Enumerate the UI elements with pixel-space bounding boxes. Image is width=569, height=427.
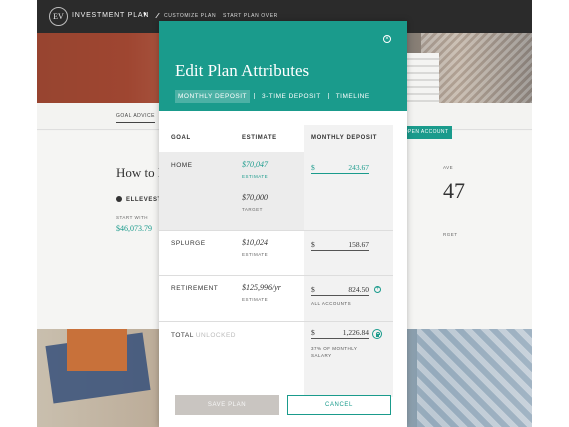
column-header-goal: GOAL (171, 135, 191, 141)
salary-percent-note: 37% OF MONTHLY (311, 346, 358, 351)
estimate-label: ESTIMATE (242, 252, 269, 257)
customize-plan-label: CUSTOMIZE PLAN (164, 13, 217, 19)
target-label: TARGET (242, 207, 263, 212)
start-with-value: $46,073.79 (116, 224, 152, 233)
salary-label-note: SALARY (311, 353, 332, 358)
ellevest-dot-icon (116, 196, 122, 202)
estimate-label: ESTIMATE (242, 174, 269, 179)
modal-header: × Edit Plan Attributes MONTHLY DEPOSIT 3… (159, 21, 407, 111)
total-value: 1,226.84 (342, 328, 369, 337)
tab-divider (327, 93, 329, 99)
currency-symbol: $ (311, 328, 315, 337)
all-accounts-note: ALL ACCOUNTS (311, 301, 352, 306)
modal-title: Edit Plan Attributes (175, 61, 310, 80)
start-with-label: START WITH (116, 215, 148, 220)
photo-map (417, 329, 532, 427)
deposit-value-home: 243.67 (348, 163, 369, 172)
row-divider (159, 321, 393, 322)
photo-orange-book (67, 329, 127, 371)
save-plan-button[interactable]: SAVE PLAN (175, 395, 279, 415)
total-text: TOTAL (171, 332, 194, 339)
deposit-input-splurge[interactable]: $ 158.67 (311, 238, 369, 251)
deposit-input-home[interactable]: $ 243.67 (311, 161, 369, 174)
plan-title[interactable]: INVESTMENT PLAN (72, 12, 149, 19)
chevron-down-icon[interactable]: ▼ (142, 12, 148, 18)
estimate-label: ESTIMATE (242, 297, 269, 302)
lock-icon[interactable] (372, 329, 382, 339)
right-target-label: RGET (443, 232, 458, 237)
ellevest-logo[interactable]: EV (49, 7, 68, 26)
pencil-icon (155, 13, 164, 18)
deposit-input-retirement[interactable]: $ 824.50 (311, 283, 369, 296)
right-big-value: 47 (443, 178, 465, 203)
customize-plan-link[interactable]: CUSTOMIZE PLAN (155, 13, 217, 19)
row-divider (159, 275, 393, 276)
currency-symbol: $ (311, 285, 315, 294)
tab-timeline[interactable]: TIMELINE (333, 90, 373, 103)
total-label: TOTAL UNLOCKED (171, 332, 236, 339)
modal-tabs: MONTHLY DEPOSIT 3-TIME DEPOSIT TIMELINE (175, 89, 373, 103)
deposit-value-splurge: 158.67 (348, 240, 369, 249)
ellevest-text: ELLEVEST (126, 197, 162, 203)
tab-goal-advice[interactable]: GOAL ADVICE (116, 113, 155, 123)
total-deposit: $ 1,226.84 (311, 326, 369, 339)
hero-image-left (37, 33, 159, 103)
tab-3-time-deposit[interactable]: 3-TIME DEPOSIT (259, 90, 324, 103)
currency-symbol: $ (311, 163, 315, 172)
total-unlocked-text: UNLOCKED (195, 332, 236, 339)
goal-name-home: HOME (171, 162, 193, 169)
plus-icon[interactable]: + (374, 286, 381, 293)
column-header-deposit: MONTHLY DEPOSIT (311, 135, 378, 141)
estimate-home: $70,047 (242, 160, 268, 169)
target-home: $70,000 (242, 193, 268, 202)
ellevest-label: ELLEVEST (116, 196, 162, 203)
open-account-button[interactable]: OPEN ACCOUNT (400, 126, 452, 139)
cancel-button[interactable]: CANCEL (287, 395, 391, 415)
row-divider (159, 230, 393, 231)
estimate-retirement: $125,996/yr (242, 283, 281, 292)
edit-plan-modal: × Edit Plan Attributes MONTHLY DEPOSIT 3… (159, 21, 407, 427)
right-label: AVE (443, 165, 454, 170)
estimate-splurge: $10,024 (242, 238, 268, 247)
currency-symbol: $ (311, 240, 315, 249)
start-plan-over-link[interactable]: START PLAN OVER (223, 13, 278, 19)
goal-name-splurge: SPLURGE (171, 240, 206, 247)
tab-divider (254, 93, 256, 99)
tab-monthly-deposit[interactable]: MONTHLY DEPOSIT (175, 89, 251, 103)
close-icon[interactable]: × (383, 35, 391, 43)
column-header-estimate: ESTIMATE (242, 135, 277, 141)
hero-books (405, 53, 439, 103)
goal-name-retirement: RETIREMENT (171, 285, 219, 292)
deposit-value-retirement: 824.50 (348, 285, 369, 294)
